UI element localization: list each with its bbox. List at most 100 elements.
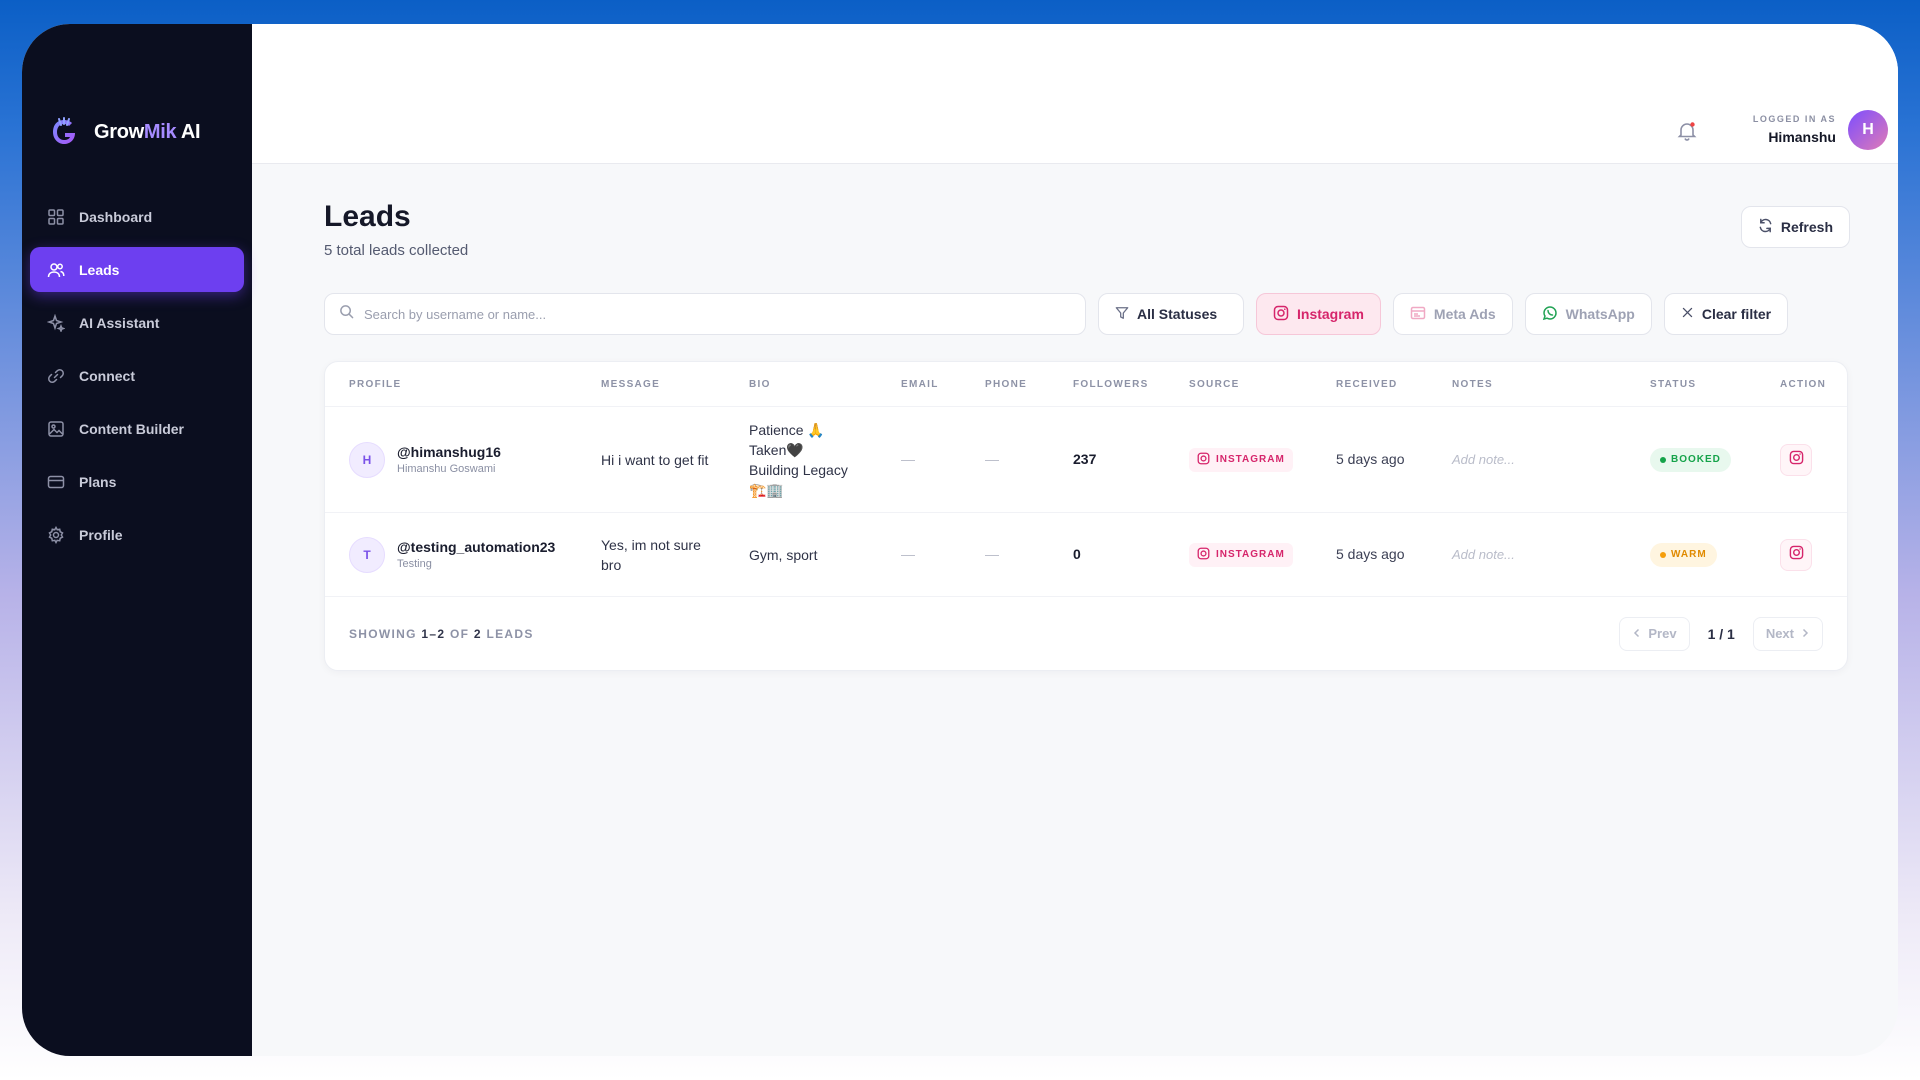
brand[interactable]: GrowMik AI: [22, 114, 252, 150]
table-footer: SHOWING 1–2 OF 2 LEADS Prev 1 / 1 Next: [325, 596, 1847, 670]
showing-count: SHOWING 1–2 OF 2 LEADS: [349, 626, 534, 641]
lead-followers: 0: [1073, 545, 1081, 562]
users-icon: [47, 261, 65, 279]
lead-phone: —: [985, 545, 999, 562]
sidebar-item-label: Dashboard: [79, 208, 153, 225]
bio-line: Building Legacy: [749, 461, 848, 478]
status-dot: [1660, 551, 1666, 558]
next-page-button[interactable]: Next: [1752, 616, 1823, 651]
status-filter-dropdown[interactable]: All Statuses: [1098, 293, 1244, 335]
notes-field[interactable]: Add note...: [1452, 452, 1515, 467]
growmik-logo-icon: [48, 116, 80, 148]
bio-cell: Gym, sport: [749, 545, 901, 565]
column-header-notes[interactable]: NOTES: [1452, 379, 1650, 390]
sidebar-item-label: AI Assistant: [79, 314, 160, 331]
top-bar: LOGGED IN AS Himanshu H: [252, 24, 1898, 164]
table-row[interactable]: T @testing_automation23 Testing Yes, im …: [325, 512, 1847, 596]
column-header-phone[interactable]: PHONE: [985, 379, 1073, 390]
column-header-action: ACTION: [1780, 378, 1827, 390]
status-dot: [1660, 456, 1666, 463]
lead-received: 5 days ago: [1336, 450, 1405, 467]
avatar[interactable]: H: [1848, 110, 1888, 150]
meta-ads-icon: [1410, 305, 1426, 324]
open-instagram-button[interactable]: [1780, 443, 1812, 476]
whatsapp-icon: [1542, 305, 1558, 324]
status-filter-label: All Statuses: [1137, 306, 1218, 322]
column-header-profile[interactable]: PROFILE: [349, 379, 601, 390]
column-header-bio[interactable]: BIO: [749, 379, 901, 390]
sidebar-item-plans[interactable]: Plans: [30, 459, 244, 504]
lead-message: Hi i want to get fit: [601, 451, 709, 468]
user-name: Himanshu: [1768, 129, 1836, 145]
prev-label: Prev: [1648, 626, 1677, 641]
lead-phone: —: [985, 450, 999, 467]
instagram-icon: [1789, 545, 1804, 565]
pagination: Prev 1 / 1 Next: [1619, 616, 1823, 651]
lead-name: Testing: [397, 558, 432, 570]
image-icon: [47, 420, 65, 438]
prev-page-button[interactable]: Prev: [1619, 616, 1690, 651]
column-header-message[interactable]: MESSAGE: [601, 379, 749, 390]
status-badge[interactable]: BOOKED: [1650, 447, 1731, 472]
close-icon: [1681, 306, 1694, 322]
source-label: INSTAGRAM: [1216, 454, 1285, 465]
bio-cell: Patience 🙏 Taken🖤 Building Legacy 🏗️🏢: [749, 420, 901, 500]
sidebar-item-content-builder[interactable]: Content Builder: [30, 406, 244, 451]
instagram-filter-chip[interactable]: Instagram: [1256, 293, 1381, 335]
column-header-email[interactable]: EMAIL: [901, 379, 985, 390]
table-header: PROFILE MESSAGE BIO EMAIL PHONE FOLLOWER…: [325, 362, 1847, 406]
refresh-icon: [1758, 218, 1773, 236]
page-indicator: 1 / 1: [1707, 625, 1735, 642]
refresh-label: Refresh: [1780, 219, 1833, 235]
sidebar-item-leads[interactable]: Leads: [30, 247, 244, 292]
card-icon: [47, 473, 65, 491]
sparkle-icon: [47, 313, 65, 332]
lead-received: 5 days ago: [1336, 545, 1405, 562]
chevron-left-icon: [1632, 626, 1642, 641]
sidebar-item-profile[interactable]: Profile: [30, 512, 244, 557]
column-header-status[interactable]: STATUS: [1650, 379, 1780, 390]
lead-email: —: [901, 450, 915, 467]
sidebar-item-connect[interactable]: Connect: [30, 353, 244, 398]
bio-line: Gym, sport: [749, 546, 818, 563]
next-label: Next: [1765, 626, 1794, 641]
column-header-followers[interactable]: FOLLOWERS: [1073, 379, 1189, 390]
sidebar-item-ai-assistant[interactable]: AI Assistant: [30, 300, 244, 345]
instagram-icon: [1789, 450, 1804, 470]
clear-filter-button[interactable]: Clear filter: [1663, 293, 1789, 335]
leads-table: PROFILE MESSAGE BIO EMAIL PHONE FOLLOWER…: [324, 361, 1848, 671]
sidebar-item-label: Content Builder: [79, 420, 184, 437]
refresh-button[interactable]: Refresh: [1740, 206, 1850, 248]
search-input[interactable]: [364, 306, 1044, 322]
instagram-icon: [1197, 547, 1210, 563]
instagram-icon: [1197, 452, 1210, 468]
table-row[interactable]: H @himanshug16 Himanshu Goswami Hi i wan…: [325, 406, 1847, 512]
whatsapp-filter-chip[interactable]: WhatsApp: [1524, 293, 1652, 335]
column-header-received[interactable]: RECEIVED: [1336, 379, 1452, 390]
column-header-source[interactable]: SOURCE: [1189, 379, 1336, 390]
app-window: GrowMik AI Dashboard Leads AI Assistant …: [22, 24, 1898, 1056]
leads-content: Leads 5 total leads collected Refresh Al…: [252, 164, 1898, 671]
lead-message: Yes, im not sure bro: [601, 536, 701, 573]
sidebar-item-label: Connect: [79, 367, 135, 384]
sidebar-item-dashboard[interactable]: Dashboard: [30, 194, 244, 239]
status-label: WARM: [1671, 549, 1707, 560]
notification-bell-icon[interactable]: [1676, 120, 1698, 142]
profile-cell: H @himanshug16 Himanshu Goswami: [349, 441, 601, 478]
open-instagram-button[interactable]: [1780, 538, 1812, 571]
main-area: LOGGED IN AS Himanshu H Leads 5 total le…: [252, 24, 1898, 1056]
sidebar-item-label: Plans: [79, 473, 117, 490]
lead-name: Himanshu Goswami: [397, 463, 496, 475]
lead-handle[interactable]: @testing_automation23: [397, 539, 555, 555]
search-box: [324, 293, 1086, 335]
user-info: LOGGED IN AS Himanshu: [1753, 114, 1836, 145]
status-badge[interactable]: WARM: [1650, 542, 1717, 567]
meta-ads-filter-label: Meta Ads: [1433, 306, 1496, 322]
bio-line: Patience 🙏: [749, 421, 825, 438]
meta-ads-filter-chip[interactable]: Meta Ads: [1392, 293, 1513, 335]
notes-field[interactable]: Add note...: [1452, 547, 1515, 562]
filter-bar: All Statuses Instagram Meta Ads WhatsApp…: [324, 293, 1850, 335]
lead-handle[interactable]: @himanshug16: [397, 444, 501, 460]
avatar: H: [349, 441, 385, 478]
chevron-right-icon: [1800, 626, 1810, 641]
